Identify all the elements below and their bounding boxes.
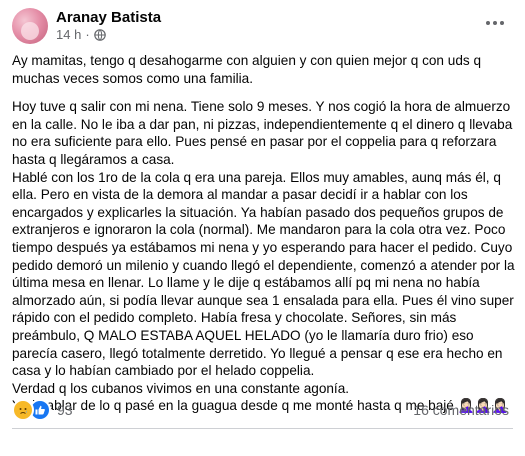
separator-dot: ·	[85, 27, 90, 42]
globe-icon	[93, 29, 106, 41]
post-body: Ay mamitas, tengo q desahogarme con algu…	[12, 52, 517, 415]
footer-divider	[12, 428, 513, 429]
post-header: Aranay Batista 14 h ·	[12, 8, 161, 44]
comments-count[interactable]: 16 comentarios	[413, 402, 509, 418]
post-meta: Aranay Batista 14 h ·	[56, 9, 161, 43]
post-timestamp[interactable]: 14 h	[56, 27, 81, 43]
post-paragraph: Verdad q los cubanos vivimos en una cons…	[12, 380, 350, 396]
reaction-count[interactable]: 93	[57, 402, 73, 418]
author-name[interactable]: Aranay Batista	[56, 9, 161, 27]
post-paragraph: Ay mamitas, tengo q desahogarme con algu…	[12, 53, 482, 86]
post-time-row: 14 h ·	[56, 27, 161, 43]
sad-icon	[12, 399, 34, 421]
post-paragraph: Hablé con los 1ro de la cola q era una p…	[12, 169, 515, 379]
reactions-summary[interactable]: 93	[12, 399, 73, 421]
more-options-icon[interactable]	[481, 12, 509, 34]
avatar[interactable]	[12, 8, 48, 44]
facebook-post: Aranay Batista 14 h · Ay mamitas, tengo …	[0, 0, 525, 456]
post-paragraph: Hoy tuve q salir con mi nena. Tiene solo…	[12, 99, 513, 167]
post-footer: 93 16 comentarios	[12, 399, 509, 421]
